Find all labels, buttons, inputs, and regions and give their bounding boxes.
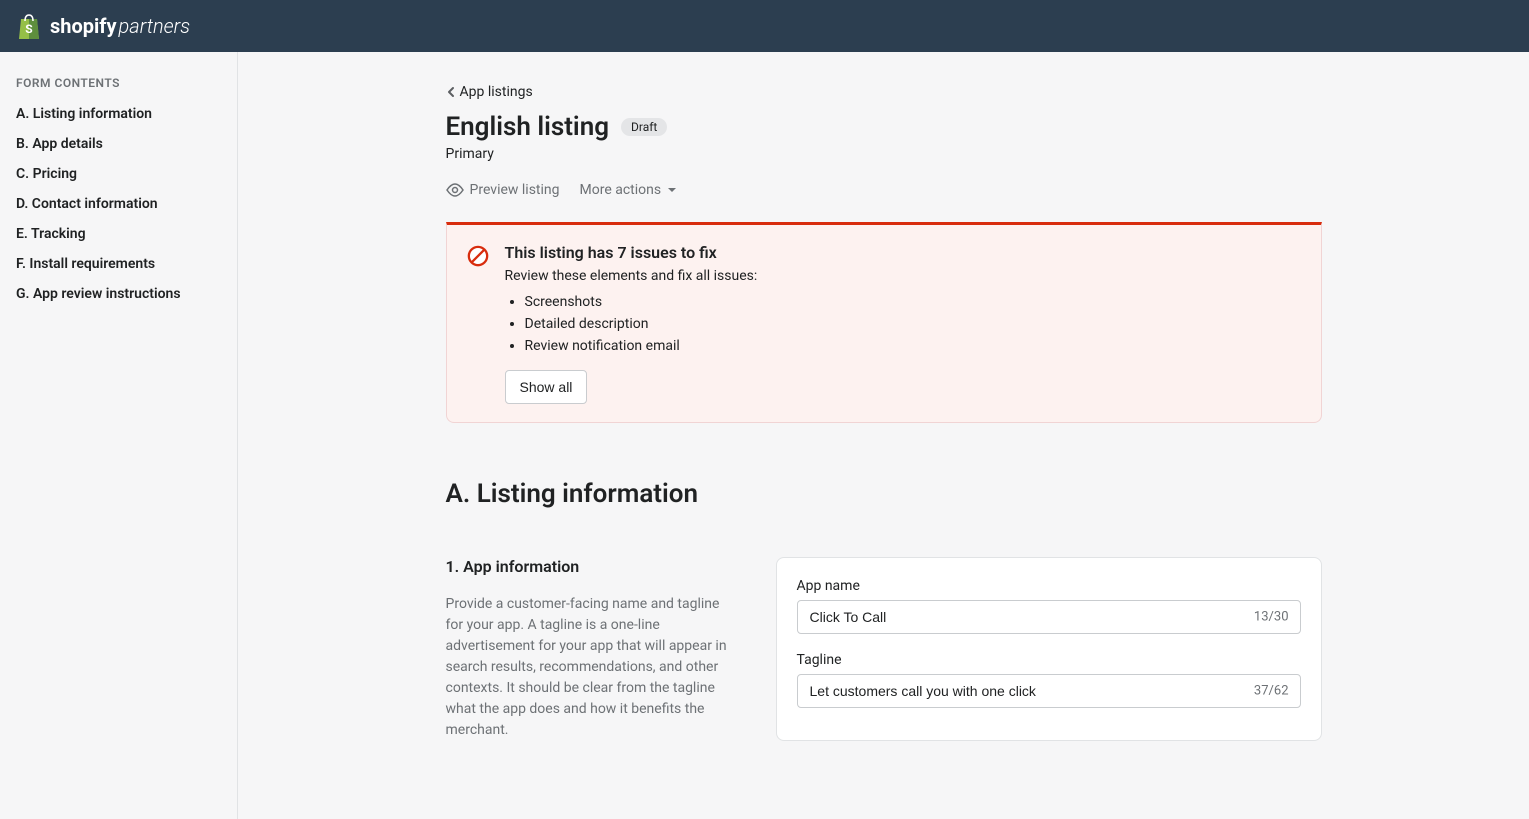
subsection-title: 1. App information: [446, 557, 736, 576]
logo-brand: shopify: [50, 14, 117, 38]
preview-listing-button[interactable]: Preview listing: [446, 182, 560, 198]
actions-row: Preview listing More actions: [446, 182, 1322, 198]
logo[interactable]: S shopify partners: [16, 11, 190, 41]
app-information-section: 1. App information Provide a customer-fa…: [446, 557, 1322, 741]
alert-issue-item: Detailed description: [525, 316, 1301, 332]
breadcrumb-label: App listings: [460, 84, 533, 100]
tagline-input[interactable]: [797, 674, 1301, 708]
sidebar-item-tracking[interactable]: E. Tracking: [16, 226, 221, 242]
section-heading: A. Listing information: [446, 479, 1322, 509]
sidebar-item-app-details[interactable]: B. App details: [16, 136, 221, 152]
preview-label: Preview listing: [470, 182, 560, 198]
app-name-label: App name: [797, 578, 1301, 594]
sidebar-item-contact[interactable]: D. Contact information: [16, 196, 221, 212]
sidebar-item-pricing[interactable]: C. Pricing: [16, 166, 221, 182]
top-bar: S shopify partners: [0, 0, 1529, 52]
logo-suffix: partners: [119, 14, 191, 38]
breadcrumb[interactable]: App listings: [446, 84, 1322, 100]
show-all-button[interactable]: Show all: [505, 370, 588, 404]
sidebar-item-install-reqs[interactable]: F. Install requirements: [16, 256, 221, 272]
alert-issue-item: Review notification email: [525, 338, 1301, 354]
subsection-description: Provide a customer-facing name and tagli…: [446, 594, 736, 741]
prohibited-icon: [467, 245, 489, 267]
chevron-left-icon: [446, 86, 456, 98]
form-card: App name 13/30 Tagline 37/62: [776, 557, 1322, 741]
alert-issues-list: Screenshots Detailed description Review …: [505, 294, 1301, 354]
app-name-char-count: 13/30: [1254, 610, 1289, 625]
alert-title: This listing has 7 issues to fix: [505, 243, 1301, 262]
eye-icon: [446, 183, 464, 197]
sidebar-heading: FORM CONTENTS: [16, 76, 221, 90]
page-subtitle: Primary: [446, 146, 1322, 162]
logo-text: shopify partners: [50, 14, 190, 38]
status-badge: Draft: [621, 118, 667, 136]
issues-alert: This listing has 7 issues to fix Review …: [446, 222, 1322, 423]
alert-issue-item: Screenshots: [525, 294, 1301, 310]
tagline-char-count: 37/62: [1254, 684, 1289, 699]
more-actions-label: More actions: [580, 182, 662, 198]
main-content: App listings English listing Draft Prima…: [238, 52, 1529, 819]
more-actions-button[interactable]: More actions: [580, 182, 678, 198]
tagline-label: Tagline: [797, 652, 1301, 668]
alert-subtitle: Review these elements and fix all issues…: [505, 268, 1301, 284]
caret-down-icon: [667, 187, 677, 193]
sidebar: FORM CONTENTS A. Listing information B. …: [0, 52, 238, 819]
sidebar-item-listing-info[interactable]: A. Listing information: [16, 106, 221, 122]
app-name-input[interactable]: [797, 600, 1301, 634]
shopify-bag-icon: S: [16, 11, 42, 41]
svg-text:S: S: [25, 22, 32, 36]
page-title: English listing: [446, 112, 610, 142]
sidebar-item-review-instructions[interactable]: G. App review instructions: [16, 286, 221, 302]
sidebar-nav: A. Listing information B. App details C.…: [16, 106, 221, 302]
